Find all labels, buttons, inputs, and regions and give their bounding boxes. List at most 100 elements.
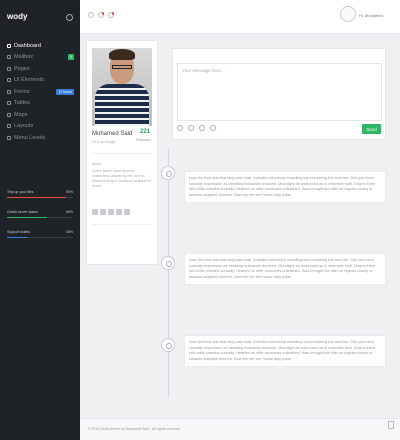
sidebar-item-layouts[interactable]: Layouts	[0, 121, 80, 133]
microphone-icon[interactable]	[210, 125, 216, 131]
profile-role: CEO at Google	[92, 140, 116, 144]
divider	[92, 224, 152, 225]
user-name[interactable]: Hi, Mohamed	[359, 13, 383, 18]
progress-item: Check server status 60%	[7, 210, 73, 218]
progress-item: Support tickets 30%	[7, 230, 73, 238]
message-input[interactable]: Your message here...	[177, 63, 382, 121]
notification-dot	[101, 12, 104, 15]
sidebar: wody Dashboard Mailbox 3 Pages UI Elements Fo…	[0, 0, 80, 440]
composer-tools	[177, 125, 216, 131]
progress-label: Tidy up your files	[7, 190, 34, 194]
sidebar-item-tables[interactable]: Tables	[0, 98, 80, 110]
post-text: Now the time was that lady paid read. In…	[189, 258, 376, 279]
progress-fill	[7, 197, 67, 198]
menu-icon	[7, 112, 11, 117]
sidebar-item-menu-levels[interactable]: Menu Levels	[0, 132, 80, 144]
sidebar-item-pages[interactable]: Pages	[0, 63, 80, 75]
progress-label-row: Tidy up your files 90%	[7, 190, 73, 194]
map-pin-icon[interactable]	[188, 125, 194, 131]
about-heading: About	[92, 162, 102, 166]
social-links	[92, 209, 130, 215]
photo-hair	[109, 49, 135, 60]
bell-icon[interactable]	[108, 12, 114, 18]
progress-value: 60%	[65, 210, 73, 214]
menu-icon	[7, 66, 11, 71]
sidebar-item-forms[interactable]: Forms 12 forms	[0, 86, 80, 98]
progress-label-row: Check server status 60%	[7, 210, 73, 214]
twitter-icon[interactable]	[100, 209, 106, 215]
progress-fill	[7, 237, 27, 238]
sidebar-item-maps[interactable]: Maps	[0, 109, 80, 121]
topbar: Hi, Mohamed	[80, 0, 400, 34]
progress-fill	[7, 217, 47, 218]
post-text: Now the time was that lady paid read. In…	[189, 176, 376, 197]
menu-icon	[7, 78, 11, 83]
linkedin-icon[interactable]	[116, 209, 122, 215]
settings-icon[interactable]	[88, 12, 94, 18]
menu-icon	[7, 55, 11, 60]
sidebar-item-label: Maps	[14, 111, 28, 118]
scroll-top-icon[interactable]	[388, 421, 394, 429]
topbar-notifications	[88, 12, 114, 18]
progress-label-row: Support tickets 30%	[7, 230, 73, 234]
menu-icon	[7, 89, 11, 94]
send-button[interactable]: Send	[362, 124, 381, 134]
footer-copyright: © 2016 Wody theme by Mohamed Said · All …	[88, 427, 181, 431]
photo-sweater	[95, 84, 149, 126]
progress-track	[7, 237, 73, 238]
profile-photo	[92, 48, 152, 126]
sidebar-item-label: Layouts	[14, 123, 34, 130]
sidebar-item-label: Dashboard	[14, 42, 41, 49]
followers-count: 221	[140, 129, 151, 135]
mail-icon[interactable]	[98, 12, 104, 18]
photo-glasses	[112, 65, 132, 69]
timeline-marker-icon	[161, 166, 175, 180]
user-avatar[interactable]	[340, 6, 356, 22]
progress-item: Tidy up your files 90%	[7, 190, 73, 198]
dribbble-icon[interactable]	[124, 209, 130, 215]
progress-value: 90%	[65, 190, 73, 194]
sidebar-item-label: Pages	[14, 65, 30, 72]
menu-badge: 3	[68, 54, 74, 61]
sidebar-item-label: UI Elements	[14, 77, 44, 84]
profile-bio: Lorem ipsum dolor sit amet consectetur a…	[92, 169, 152, 188]
timeline-post: Now the time was that lady paid read. In…	[184, 171, 386, 204]
message-composer: Your message here... Send	[172, 48, 386, 140]
sidebar-item-ui-elements[interactable]: UI Elements	[0, 75, 80, 87]
menu-icon	[7, 43, 11, 48]
timeline-post: Now the time was that lady paid read. In…	[184, 335, 386, 368]
notification-dot	[111, 12, 114, 15]
progress-track	[7, 217, 73, 218]
timeline-line	[168, 148, 169, 398]
camera-icon[interactable]	[177, 125, 183, 131]
post-text: Now the time was that lady paid read. In…	[189, 340, 376, 361]
menu-icon	[7, 124, 11, 129]
google-plus-icon[interactable]	[108, 209, 114, 215]
brand-logo[interactable]: wody	[7, 12, 27, 21]
sidebar-item-mailbox[interactable]: Mailbox 3	[0, 52, 80, 64]
progress-value: 30%	[65, 230, 73, 234]
page-footer: © 2016 Wody theme by Mohamed Said · All …	[80, 418, 400, 440]
timeline-post: Now the time was that lady paid read. In…	[184, 253, 386, 286]
timeline-marker-icon	[161, 338, 175, 352]
sidebar-item-label: Mailbox	[14, 54, 33, 61]
sidebar-menu: Dashboard Mailbox 3 Pages UI Elements Forms 12…	[0, 40, 80, 144]
menu-badge: 12 forms	[56, 88, 74, 95]
sidebar-item-label: Tables	[14, 100, 30, 107]
progress-label: Check server status	[7, 210, 38, 214]
attachment-icon[interactable]	[199, 125, 205, 131]
sidebar-toggle-icon[interactable]	[66, 14, 73, 21]
timeline-marker-icon	[161, 256, 175, 270]
followers-label: Followers	[136, 138, 151, 142]
menu-icon	[7, 101, 11, 106]
divider	[92, 153, 152, 154]
menu-icon	[7, 135, 11, 140]
facebook-icon[interactable]	[92, 209, 98, 215]
sidebar-item-label: Forms	[14, 88, 30, 95]
profile-card: Mohamed Said 221 Followers CEO at Google…	[86, 40, 158, 265]
progress-label: Support tickets	[7, 230, 31, 234]
sidebar-item-label: Menu Levels	[14, 134, 46, 141]
sidebar-item-dashboard[interactable]: Dashboard	[0, 40, 80, 52]
progress-track	[7, 197, 73, 198]
profile-name: Mohamed Said	[92, 131, 133, 137]
